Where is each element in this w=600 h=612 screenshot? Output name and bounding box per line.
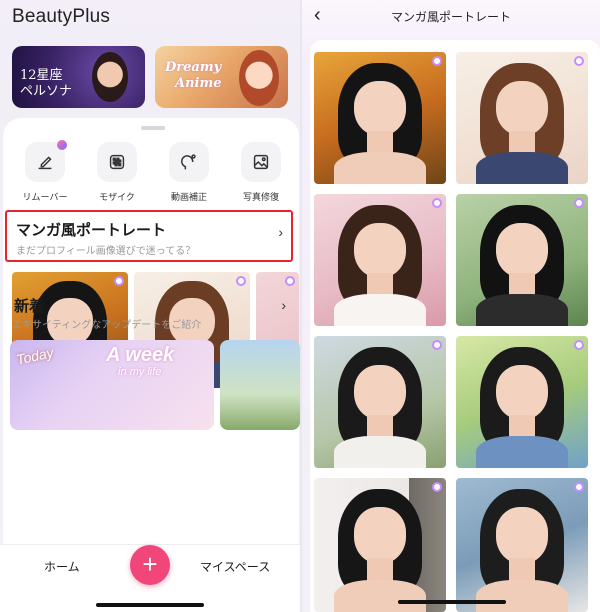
portrait-grid xyxy=(310,40,600,612)
banner-portrait xyxy=(239,50,279,106)
page-title: マンガ風ポートレート xyxy=(390,10,511,24)
portrait-tile[interactable] xyxy=(456,52,588,184)
bottom-tab-bar: ホーム + マイスペース xyxy=(0,544,300,612)
manga-portrait-screen: ‹ マンガ風ポートレート xyxy=(302,0,600,612)
new-section-subtitle: エキサイティングなアップデートをご紹介 xyxy=(12,320,202,331)
section-subtitle: まだプロフィール画像選びで迷ってる？ xyxy=(16,246,196,257)
photo-restore-icon xyxy=(241,142,281,182)
app-title: BeautyPlus xyxy=(12,6,111,27)
banner-line1: 12星座 xyxy=(20,68,63,83)
ai-badge-icon xyxy=(574,198,584,208)
portrait-tile[interactable] xyxy=(314,52,446,184)
tool-video-retouch[interactable]: 動画補正 xyxy=(154,142,224,203)
add-button[interactable]: + xyxy=(130,545,170,585)
tool-label: モザイク xyxy=(99,192,135,202)
promo-text: Today xyxy=(14,344,55,368)
new-dot-icon xyxy=(57,140,67,150)
tool-photo-restore[interactable]: 写真修復 xyxy=(226,142,296,203)
ai-badge-icon xyxy=(432,482,442,492)
ai-badge-icon xyxy=(236,276,246,286)
ai-badge-icon xyxy=(432,340,442,350)
ai-badge-icon xyxy=(285,276,295,286)
home-indicator xyxy=(96,603,204,607)
promo-card[interactable]: Today A week in my life xyxy=(10,340,214,430)
portrait-tile[interactable] xyxy=(314,336,446,468)
promo-card[interactable] xyxy=(220,340,300,430)
tool-label: リムーバー xyxy=(22,192,68,202)
banner-dreamy-anime[interactable]: Dreamy Anime xyxy=(155,46,288,108)
ai-badge-icon xyxy=(432,56,442,66)
banner-line2: ペルソナ xyxy=(20,84,73,99)
ai-badge-icon xyxy=(574,340,584,350)
promo-text: A week xyxy=(106,344,175,366)
portrait-tile[interactable] xyxy=(314,478,446,612)
portrait-tile[interactable] xyxy=(456,336,588,468)
sheet-handle[interactable] xyxy=(141,126,165,130)
tool-mosaic[interactable]: モザイク xyxy=(82,142,152,203)
ai-badge-icon xyxy=(432,198,442,208)
portrait-tile[interactable] xyxy=(456,478,588,612)
tab-home[interactable]: ホーム xyxy=(44,558,80,575)
mosaic-icon xyxy=(97,142,137,182)
promo-text: in my life xyxy=(118,366,162,378)
tab-my-space[interactable]: マイスペース xyxy=(200,558,270,575)
face-retouch-icon xyxy=(169,142,209,182)
home-screen: BeautyPlus 12星座 ペルソナ Dreamy Anime リムーバー … xyxy=(0,0,300,612)
ai-badge-icon xyxy=(574,482,584,492)
section-title: マンガ風ポートレート xyxy=(16,222,167,239)
portrait-tile[interactable] xyxy=(314,194,446,326)
banner-line2: Anime xyxy=(175,76,222,91)
ai-badge-icon xyxy=(114,276,124,286)
home-indicator xyxy=(398,600,506,604)
banner-line1: Dreamy xyxy=(165,60,222,75)
tool-label: 動画補正 xyxy=(170,192,207,202)
portrait-tile[interactable] xyxy=(456,194,588,326)
tool-label: 写真修復 xyxy=(242,192,279,202)
banner-portrait xyxy=(92,52,128,102)
eraser-icon xyxy=(25,140,67,182)
chevron-right-icon[interactable]: › xyxy=(281,297,286,313)
tool-remover[interactable]: リムーバー xyxy=(10,140,80,203)
manga-portrait-section[interactable]: マンガ風ポートレート まだプロフィール画像選びで迷ってる？ › xyxy=(5,210,293,262)
new-section-title: 新着 xyxy=(14,298,45,315)
chevron-right-icon: › xyxy=(278,224,283,240)
banner-zodiac-persona[interactable]: 12星座 ペルソナ xyxy=(12,46,145,108)
ai-badge-icon xyxy=(574,56,584,66)
